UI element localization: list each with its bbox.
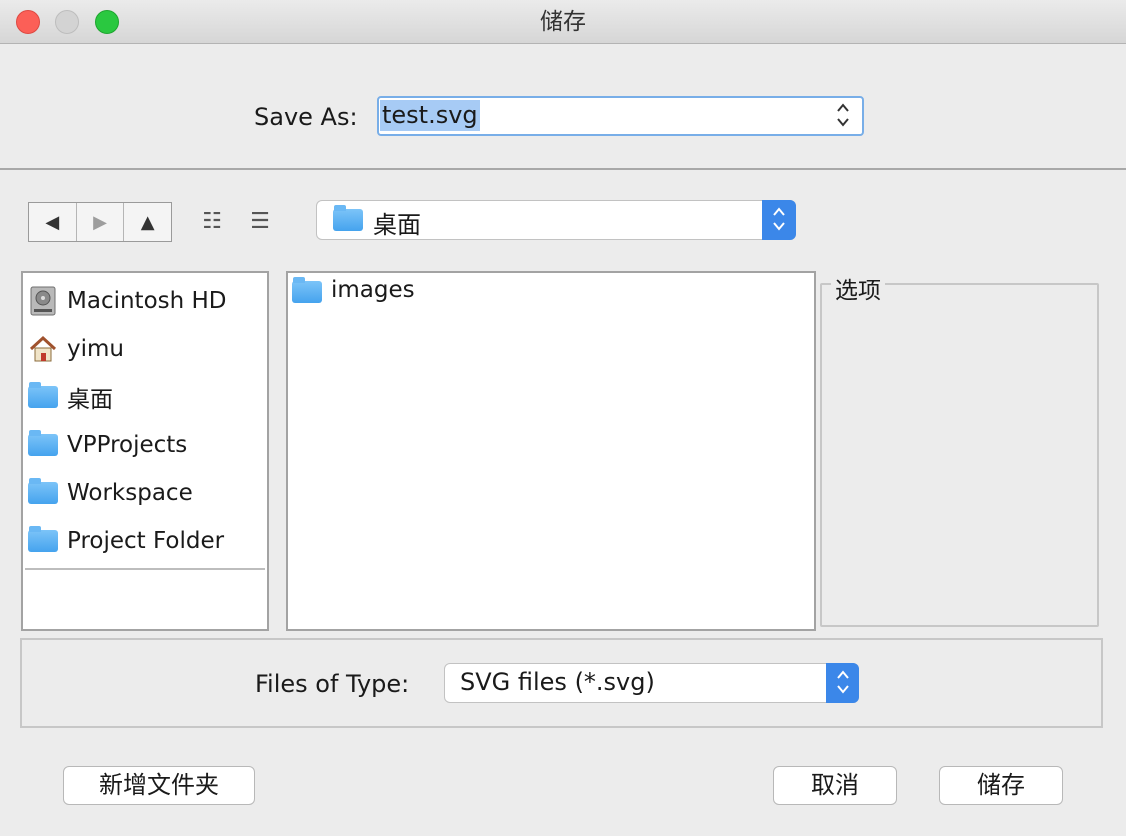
file-type-value: SVG files (*.svg)	[460, 668, 655, 696]
back-button[interactable]: ◀	[29, 203, 77, 241]
chevron-updown-icon[interactable]	[762, 200, 796, 240]
save-as-stepper-icon[interactable]	[829, 100, 857, 132]
file-item-images[interactable]: images	[331, 277, 415, 303]
folder-icon	[27, 526, 59, 552]
sidebar-item-label: 桌面	[67, 387, 113, 413]
options-panel	[820, 283, 1099, 627]
folder-icon	[27, 478, 59, 504]
save-button[interactable]: 储存	[939, 766, 1063, 805]
sidebar-item-vpprojects[interactable]: VPProjects	[25, 423, 269, 467]
sidebar-item-macintosh-hd[interactable]: Macintosh HD	[25, 279, 269, 323]
file-type-label: Files of Type:	[255, 670, 410, 698]
file-list[interactable]: images	[286, 271, 816, 631]
sidebar-item-workspace[interactable]: Workspace	[25, 471, 269, 515]
home-icon	[27, 335, 59, 363]
back-icon: ◀	[45, 211, 60, 233]
details-view-icon[interactable]: ☰	[246, 210, 274, 234]
folder-icon	[27, 430, 59, 456]
desktop-folder-icon	[27, 382, 59, 408]
chevron-updown-icon[interactable]	[826, 663, 859, 703]
cancel-button[interactable]: 取消	[773, 766, 897, 805]
forward-icon: ▶	[93, 211, 107, 233]
forward-button[interactable]: ▶	[77, 203, 125, 241]
sidebar-item-label: Project Folder	[67, 528, 225, 554]
up-icon: ▲	[140, 211, 155, 233]
sidebar-item-project-folder[interactable]: Project Folder	[25, 519, 269, 563]
sidebar-item-label: Macintosh HD	[67, 288, 227, 314]
sidebar-item-label: yimu	[67, 336, 124, 362]
sidebar-item-desktop[interactable]: 桌面	[25, 375, 269, 419]
sidebar-item-yimu[interactable]: yimu	[25, 327, 269, 371]
sidebar-divider	[25, 568, 265, 570]
directory-label: 桌面	[373, 211, 421, 239]
folder-icon	[292, 277, 322, 303]
list-view-icon[interactable]: ☷	[198, 210, 226, 234]
save-as-input-value[interactable]: test.svg	[380, 100, 480, 131]
desktop-folder-icon	[333, 205, 363, 231]
separator	[0, 168, 1126, 170]
new-folder-button[interactable]: 新增文件夹	[63, 766, 255, 805]
options-label: 选项	[831, 271, 885, 305]
sidebar: Macintosh HD yimu 桌面 VPProjects Workspac…	[21, 271, 269, 631]
navigation-buttons: ◀ ▶ ▲	[28, 202, 172, 242]
hard-drive-icon	[27, 286, 59, 316]
sidebar-item-label: VPProjects	[67, 432, 188, 458]
sidebar-item-label: Workspace	[67, 480, 193, 506]
window-title: 储存	[540, 9, 586, 35]
up-folder-button[interactable]: ▲	[124, 203, 171, 241]
save-as-label: Save As:	[254, 103, 358, 131]
